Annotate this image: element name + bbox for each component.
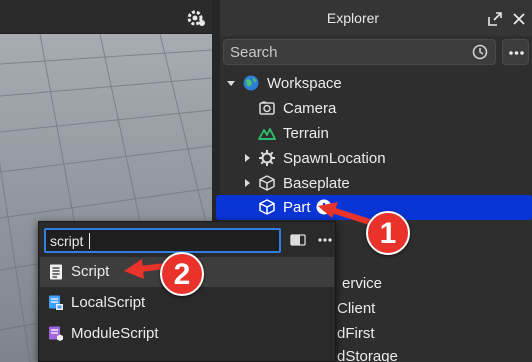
chevron-right-icon[interactable]: [242, 153, 252, 163]
history-icon[interactable]: [471, 43, 489, 61]
annotation-badge-1: 1: [366, 211, 410, 255]
insert-search-value: script: [50, 233, 84, 249]
script-icon: [50, 264, 62, 280]
chevron-down-icon[interactable]: [226, 78, 236, 88]
tree-item-label: Part: [283, 199, 311, 216]
close-icon[interactable]: [510, 10, 528, 28]
annotation-badge-number: 1: [379, 217, 397, 250]
viewport-toolbar: [0, 0, 212, 34]
insert-search-input[interactable]: script: [44, 228, 281, 253]
toggle-view-icon[interactable]: [290, 234, 306, 246]
tree-item-label: ervice: [342, 275, 383, 292]
spawn-location-icon: [259, 150, 275, 166]
tree-item-terrain[interactable]: Terrain: [220, 121, 532, 146]
insert-item-modulescript[interactable]: ModuleScript: [40, 319, 334, 349]
tree-item-label: Baseplate: [283, 175, 350, 192]
explorer-title: Explorer: [326, 10, 380, 26]
tree-item-label: Workspace: [267, 75, 342, 92]
workspace-icon: [243, 75, 259, 91]
explorer-search-row: Search: [223, 39, 529, 65]
search-placeholder: Search: [230, 44, 278, 61]
tree-item-label: dStorage: [337, 348, 398, 362]
tree-item-label: Camera: [283, 100, 337, 117]
part-icon: [259, 199, 275, 215]
terrain-icon: [258, 128, 276, 140]
insert-item-label: Script: [71, 263, 110, 280]
tree-item-label: dFirst: [337, 325, 375, 342]
annotation-badge-2: 2: [160, 252, 204, 296]
insert-item-label: ModuleScript: [71, 325, 159, 342]
explorer-more-button[interactable]: [502, 39, 529, 65]
insert-item-label: LocalScript: [71, 294, 146, 311]
tree-item-label: SpawnLocation: [283, 150, 386, 167]
chevron-right-icon[interactable]: [242, 178, 252, 188]
camera-icon: [259, 101, 275, 115]
module-script-icon: [49, 326, 63, 341]
text-caret: [89, 233, 90, 249]
local-script-icon: [49, 295, 63, 310]
tree-item-camera[interactable]: Camera: [220, 96, 532, 121]
annotation-badge-number: 2: [173, 258, 191, 291]
tree-item-label: Client: [337, 300, 376, 317]
tree-item-label: Terrain: [283, 125, 329, 142]
more-icon: [509, 51, 524, 55]
tree-item-spawnlocation[interactable]: SpawnLocation: [220, 146, 532, 171]
tree-item-baseplate[interactable]: Baseplate: [220, 171, 532, 196]
undock-icon[interactable]: [486, 10, 504, 28]
explorer-search-input[interactable]: Search: [223, 39, 496, 65]
part-icon: [259, 175, 275, 191]
gear-icon[interactable]: [186, 8, 206, 28]
explorer-header: Explorer: [220, 0, 532, 36]
tree-item-workspace[interactable]: Workspace: [220, 71, 532, 96]
